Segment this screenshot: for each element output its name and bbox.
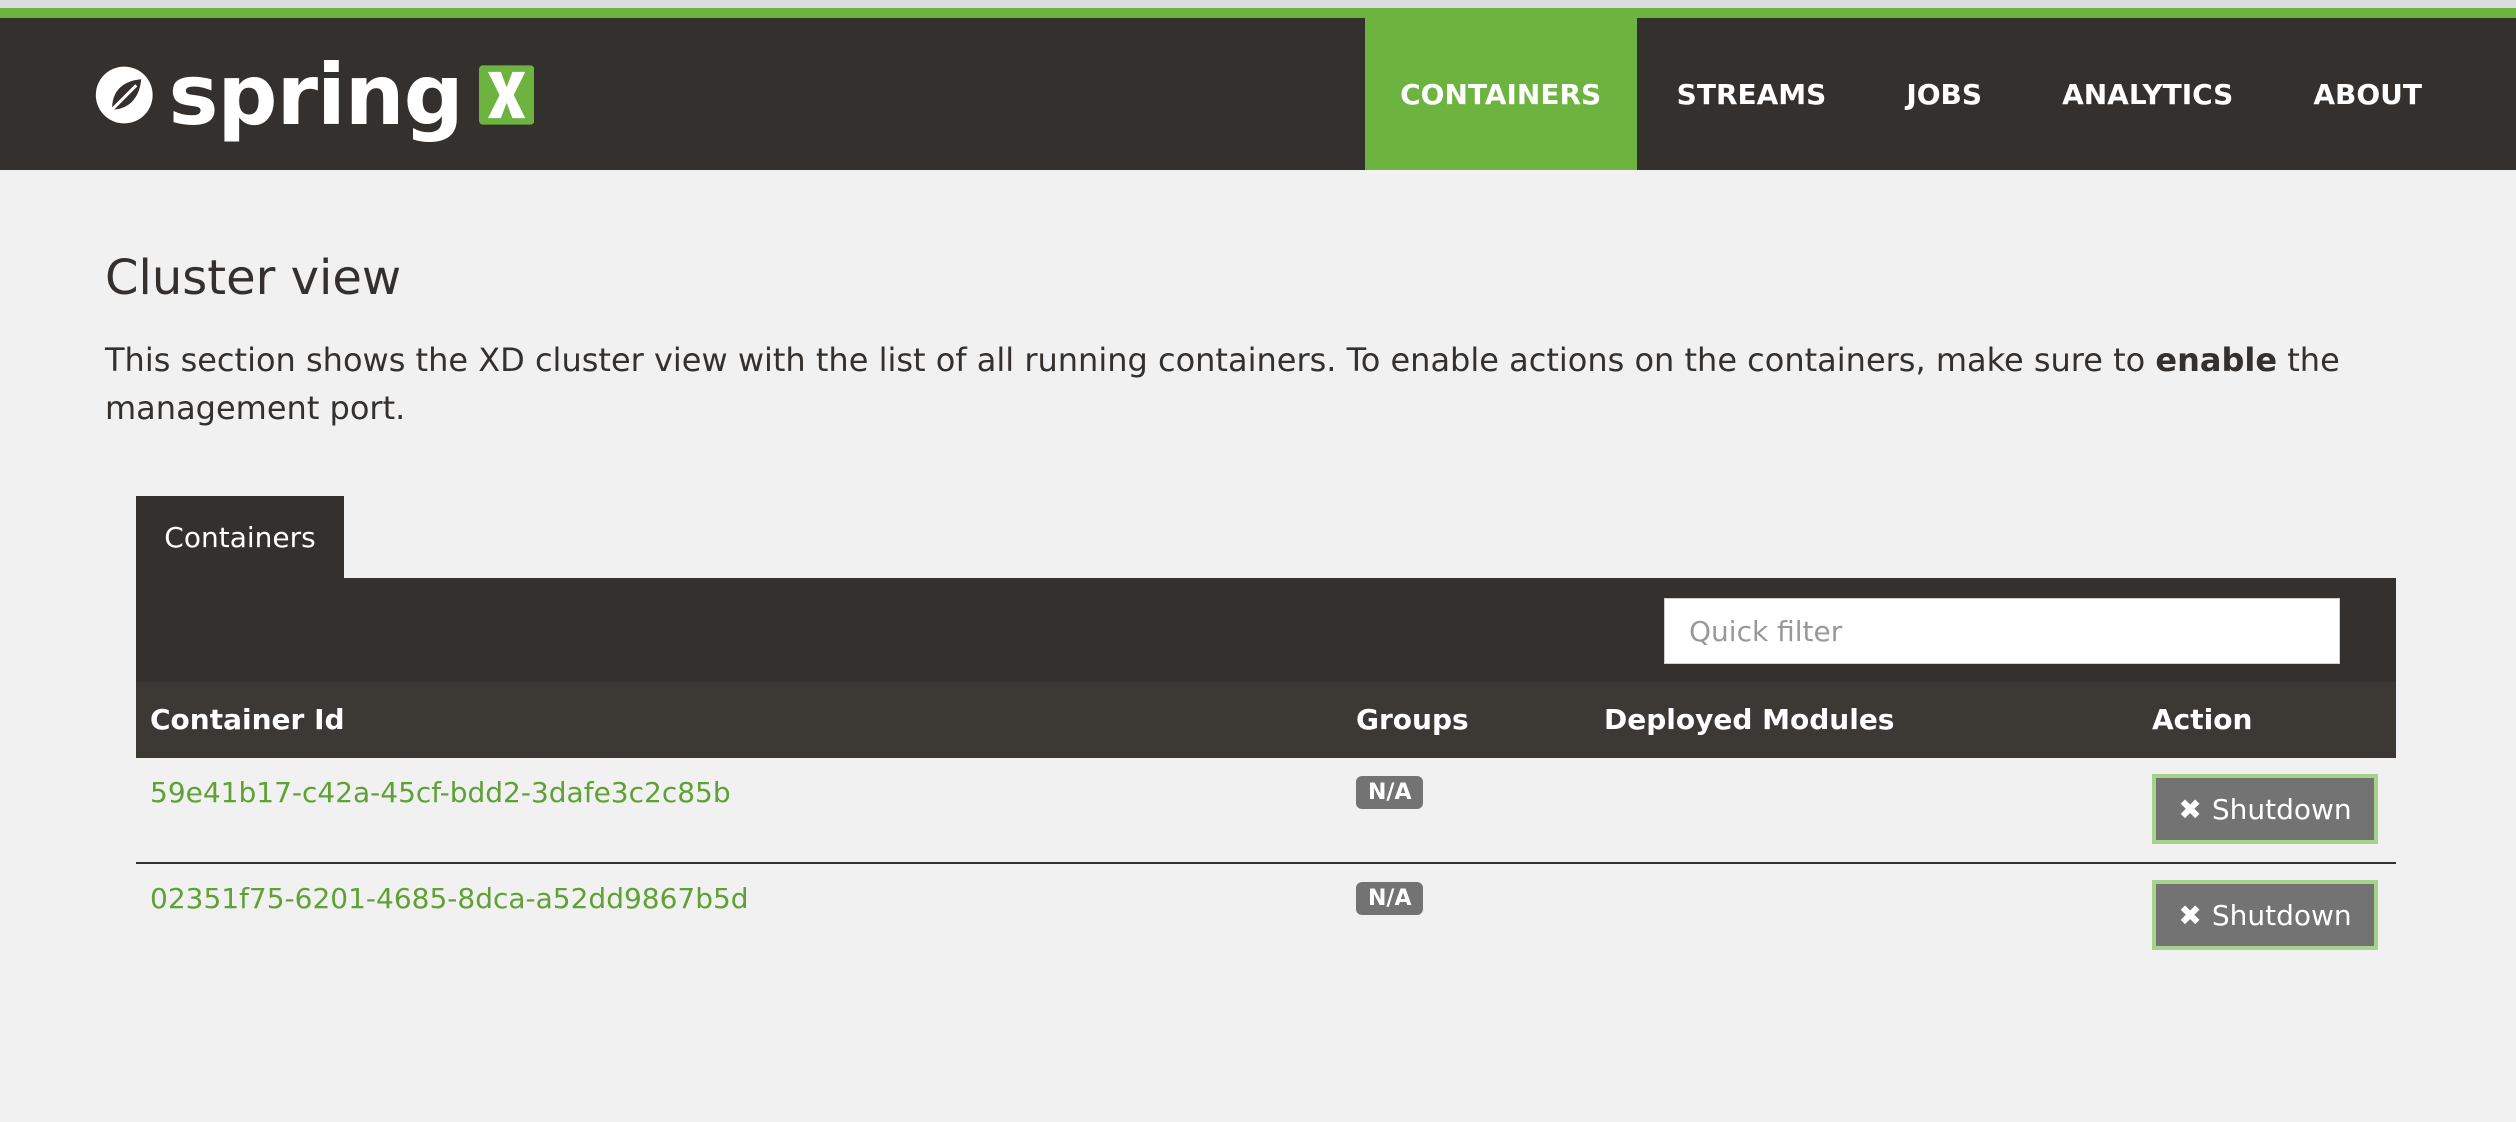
filter-bar (136, 578, 2396, 682)
column-header-deployed-modules[interactable]: Deployed Modules (1604, 682, 1894, 758)
tab-containers[interactable]: Containers (136, 496, 344, 578)
intro-text: This section shows the XD cluster view w… (105, 336, 2425, 432)
column-header-action: Action (2152, 703, 2253, 736)
column-header-container-id[interactable]: Container Id (150, 682, 345, 758)
nav-containers[interactable]: CONTAINERS (1364, 18, 1637, 170)
nav-analytics[interactable]: ANALYTICS (2022, 18, 2273, 170)
page-title: Cluster view (105, 250, 402, 306)
spring-xd-logo[interactable]: spring (94, 40, 534, 150)
close-icon: ✖ (2178, 792, 2202, 826)
nav-jobs[interactable]: JOBS (1866, 18, 2022, 170)
nav-about[interactable]: ABOUT (2273, 18, 2462, 170)
top-accent-stripe (0, 0, 2516, 18)
nav-streams[interactable]: STREAMS (1637, 18, 1867, 170)
spring-leaf-icon (95, 66, 153, 124)
groups-badge: N/A (1356, 882, 1424, 915)
top-navbar: spring CONTAINERS STREAMS JOBS ANALYTICS… (0, 18, 2516, 170)
column-header-groups[interactable]: Groups (1356, 682, 1469, 758)
table-row: 59e41b17-c42a-45cf-bdd2-3dafe3c2c85b N/A… (136, 758, 2396, 864)
quick-filter-input[interactable] (1664, 598, 2340, 664)
container-id-link[interactable]: 59e41b17-c42a-45cf-bdd2-3dafe3c2c85b (150, 776, 731, 809)
logo-text: spring (168, 46, 463, 144)
groups-badge: N/A (1356, 776, 1424, 809)
main-nav: CONTAINERS STREAMS JOBS ANALYTICS ABOUT (1364, 18, 2516, 170)
xd-x-icon (478, 65, 534, 125)
shutdown-button[interactable]: ✖ Shutdown (2152, 880, 2378, 950)
table-row: 02351f75-6201-4685-8dca-a52dd9867b5d N/A… (136, 864, 2396, 970)
shutdown-button[interactable]: ✖ Shutdown (2152, 774, 2378, 844)
intro-text-start: This section shows the XD cluster view w… (105, 341, 2156, 379)
container-id-link[interactable]: 02351f75-6201-4685-8dca-a52dd9867b5d (150, 882, 749, 915)
shutdown-label: Shutdown (2211, 898, 2352, 932)
intro-text-bold: enable (2155, 341, 2278, 379)
close-icon: ✖ (2178, 898, 2202, 932)
shutdown-label: Shutdown (2211, 792, 2352, 826)
table-header: Container Id Groups Deployed Modules Act… (136, 682, 2396, 758)
